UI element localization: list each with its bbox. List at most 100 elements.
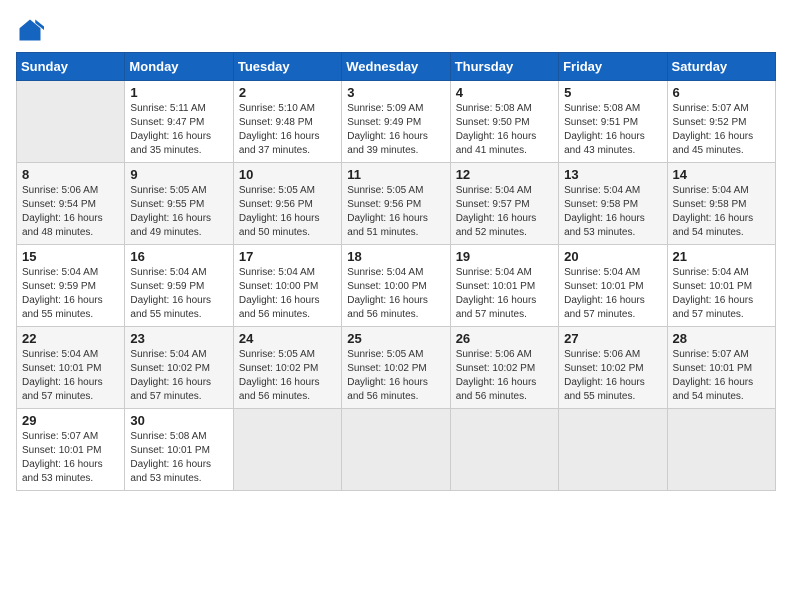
day-number: 17 bbox=[239, 249, 336, 264]
day-number: 18 bbox=[347, 249, 444, 264]
day-number: 1 bbox=[130, 85, 227, 100]
calendar-day-cell: 19 Sunrise: 5:04 AM Sunset: 10:01 PM Day… bbox=[450, 245, 558, 327]
calendar-week-row: 8 Sunrise: 5:06 AM Sunset: 9:54 PM Dayli… bbox=[17, 163, 776, 245]
calendar-week-row: 29 Sunrise: 5:07 AM Sunset: 10:01 PM Day… bbox=[17, 409, 776, 491]
calendar-week-row: 1 Sunrise: 5:11 AM Sunset: 9:47 PM Dayli… bbox=[17, 81, 776, 163]
calendar-day-cell bbox=[559, 409, 667, 491]
day-number: 29 bbox=[22, 413, 119, 428]
calendar-day-cell: 20 Sunrise: 5:04 AM Sunset: 10:01 PM Day… bbox=[559, 245, 667, 327]
day-number: 30 bbox=[130, 413, 227, 428]
calendar-day-cell: 21 Sunrise: 5:04 AM Sunset: 10:01 PM Day… bbox=[667, 245, 775, 327]
weekday-header: Tuesday bbox=[233, 53, 341, 81]
calendar-day-cell: 3 Sunrise: 5:09 AM Sunset: 9:49 PM Dayli… bbox=[342, 81, 450, 163]
day-number: 2 bbox=[239, 85, 336, 100]
calendar-day-cell: 15 Sunrise: 5:04 AM Sunset: 9:59 PM Dayl… bbox=[17, 245, 125, 327]
calendar-day-cell bbox=[233, 409, 341, 491]
day-info: Sunrise: 5:05 AM Sunset: 9:56 PM Dayligh… bbox=[239, 184, 336, 240]
calendar-day-cell: 28 Sunrise: 5:07 AM Sunset: 10:01 PM Day… bbox=[667, 327, 775, 409]
day-number: 16 bbox=[130, 249, 227, 264]
weekday-header: Sunday bbox=[17, 53, 125, 81]
day-info: Sunrise: 5:05 AM Sunset: 9:55 PM Dayligh… bbox=[130, 184, 227, 240]
day-number: 8 bbox=[22, 167, 119, 182]
day-info: Sunrise: 5:04 AM Sunset: 9:58 PM Dayligh… bbox=[673, 184, 770, 240]
day-info: Sunrise: 5:04 AM Sunset: 9:57 PM Dayligh… bbox=[456, 184, 553, 240]
day-info: Sunrise: 5:07 AM Sunset: 9:52 PM Dayligh… bbox=[673, 102, 770, 158]
day-info: Sunrise: 5:05 AM Sunset: 10:02 PM Daylig… bbox=[347, 348, 444, 404]
day-info: Sunrise: 5:11 AM Sunset: 9:47 PM Dayligh… bbox=[130, 102, 227, 158]
calendar-day-cell: 11 Sunrise: 5:05 AM Sunset: 9:56 PM Dayl… bbox=[342, 163, 450, 245]
day-info: Sunrise: 5:04 AM Sunset: 9:58 PM Dayligh… bbox=[564, 184, 661, 240]
day-info: Sunrise: 5:08 AM Sunset: 9:51 PM Dayligh… bbox=[564, 102, 661, 158]
weekday-header: Wednesday bbox=[342, 53, 450, 81]
day-info: Sunrise: 5:04 AM Sunset: 10:00 PM Daylig… bbox=[347, 266, 444, 322]
calendar-day-cell: 22 Sunrise: 5:04 AM Sunset: 10:01 PM Day… bbox=[17, 327, 125, 409]
day-info: Sunrise: 5:07 AM Sunset: 10:01 PM Daylig… bbox=[673, 348, 770, 404]
calendar-day-cell: 4 Sunrise: 5:08 AM Sunset: 9:50 PM Dayli… bbox=[450, 81, 558, 163]
calendar-day-cell: 12 Sunrise: 5:04 AM Sunset: 9:57 PM Dayl… bbox=[450, 163, 558, 245]
day-number: 24 bbox=[239, 331, 336, 346]
day-info: Sunrise: 5:06 AM Sunset: 10:02 PM Daylig… bbox=[456, 348, 553, 404]
weekday-header: Thursday bbox=[450, 53, 558, 81]
calendar-header: SundayMondayTuesdayWednesdayThursdayFrid… bbox=[17, 53, 776, 81]
calendar-day-cell: 17 Sunrise: 5:04 AM Sunset: 10:00 PM Day… bbox=[233, 245, 341, 327]
calendar-day-cell: 25 Sunrise: 5:05 AM Sunset: 10:02 PM Day… bbox=[342, 327, 450, 409]
day-info: Sunrise: 5:04 AM Sunset: 10:01 PM Daylig… bbox=[673, 266, 770, 322]
calendar-week-row: 15 Sunrise: 5:04 AM Sunset: 9:59 PM Dayl… bbox=[17, 245, 776, 327]
day-number: 6 bbox=[673, 85, 770, 100]
day-info: Sunrise: 5:08 AM Sunset: 10:01 PM Daylig… bbox=[130, 430, 227, 486]
day-number: 15 bbox=[22, 249, 119, 264]
day-info: Sunrise: 5:05 AM Sunset: 10:02 PM Daylig… bbox=[239, 348, 336, 404]
day-info: Sunrise: 5:06 AM Sunset: 10:02 PM Daylig… bbox=[564, 348, 661, 404]
day-info: Sunrise: 5:08 AM Sunset: 9:50 PM Dayligh… bbox=[456, 102, 553, 158]
day-number: 4 bbox=[456, 85, 553, 100]
calendar-day-cell: 6 Sunrise: 5:07 AM Sunset: 9:52 PM Dayli… bbox=[667, 81, 775, 163]
day-number: 23 bbox=[130, 331, 227, 346]
day-info: Sunrise: 5:04 AM Sunset: 9:59 PM Dayligh… bbox=[130, 266, 227, 322]
calendar-day-cell: 8 Sunrise: 5:06 AM Sunset: 9:54 PM Dayli… bbox=[17, 163, 125, 245]
day-number: 13 bbox=[564, 167, 661, 182]
calendar-day-cell: 30 Sunrise: 5:08 AM Sunset: 10:01 PM Day… bbox=[125, 409, 233, 491]
calendar-day-cell: 29 Sunrise: 5:07 AM Sunset: 10:01 PM Day… bbox=[17, 409, 125, 491]
calendar-day-cell bbox=[17, 81, 125, 163]
calendar-day-cell: 9 Sunrise: 5:05 AM Sunset: 9:55 PM Dayli… bbox=[125, 163, 233, 245]
weekday-header: Saturday bbox=[667, 53, 775, 81]
day-info: Sunrise: 5:04 AM Sunset: 10:01 PM Daylig… bbox=[564, 266, 661, 322]
day-info: Sunrise: 5:10 AM Sunset: 9:48 PM Dayligh… bbox=[239, 102, 336, 158]
logo-icon bbox=[16, 16, 44, 44]
day-number: 5 bbox=[564, 85, 661, 100]
calendar-day-cell: 10 Sunrise: 5:05 AM Sunset: 9:56 PM Dayl… bbox=[233, 163, 341, 245]
weekday-row: SundayMondayTuesdayWednesdayThursdayFrid… bbox=[17, 53, 776, 81]
calendar-day-cell: 24 Sunrise: 5:05 AM Sunset: 10:02 PM Day… bbox=[233, 327, 341, 409]
day-number: 21 bbox=[673, 249, 770, 264]
weekday-header: Friday bbox=[559, 53, 667, 81]
calendar-day-cell: 27 Sunrise: 5:06 AM Sunset: 10:02 PM Day… bbox=[559, 327, 667, 409]
day-number: 12 bbox=[456, 167, 553, 182]
calendar-week-row: 22 Sunrise: 5:04 AM Sunset: 10:01 PM Day… bbox=[17, 327, 776, 409]
calendar-table: SundayMondayTuesdayWednesdayThursdayFrid… bbox=[16, 52, 776, 491]
day-info: Sunrise: 5:04 AM Sunset: 10:02 PM Daylig… bbox=[130, 348, 227, 404]
day-number: 20 bbox=[564, 249, 661, 264]
day-info: Sunrise: 5:04 AM Sunset: 9:59 PM Dayligh… bbox=[22, 266, 119, 322]
day-number: 27 bbox=[564, 331, 661, 346]
day-number: 26 bbox=[456, 331, 553, 346]
calendar-day-cell bbox=[667, 409, 775, 491]
calendar-day-cell: 16 Sunrise: 5:04 AM Sunset: 9:59 PM Dayl… bbox=[125, 245, 233, 327]
calendar-day-cell: 2 Sunrise: 5:10 AM Sunset: 9:48 PM Dayli… bbox=[233, 81, 341, 163]
page-header bbox=[16, 16, 776, 44]
weekday-header: Monday bbox=[125, 53, 233, 81]
day-info: Sunrise: 5:09 AM Sunset: 9:49 PM Dayligh… bbox=[347, 102, 444, 158]
day-info: Sunrise: 5:05 AM Sunset: 9:56 PM Dayligh… bbox=[347, 184, 444, 240]
day-number: 10 bbox=[239, 167, 336, 182]
calendar-day-cell: 18 Sunrise: 5:04 AM Sunset: 10:00 PM Day… bbox=[342, 245, 450, 327]
day-number: 22 bbox=[22, 331, 119, 346]
calendar-day-cell: 1 Sunrise: 5:11 AM Sunset: 9:47 PM Dayli… bbox=[125, 81, 233, 163]
calendar-day-cell: 5 Sunrise: 5:08 AM Sunset: 9:51 PM Dayli… bbox=[559, 81, 667, 163]
day-number: 11 bbox=[347, 167, 444, 182]
day-info: Sunrise: 5:06 AM Sunset: 9:54 PM Dayligh… bbox=[22, 184, 119, 240]
calendar-day-cell: 23 Sunrise: 5:04 AM Sunset: 10:02 PM Day… bbox=[125, 327, 233, 409]
calendar-day-cell: 13 Sunrise: 5:04 AM Sunset: 9:58 PM Dayl… bbox=[559, 163, 667, 245]
day-number: 9 bbox=[130, 167, 227, 182]
day-info: Sunrise: 5:07 AM Sunset: 10:01 PM Daylig… bbox=[22, 430, 119, 486]
day-number: 19 bbox=[456, 249, 553, 264]
day-number: 25 bbox=[347, 331, 444, 346]
